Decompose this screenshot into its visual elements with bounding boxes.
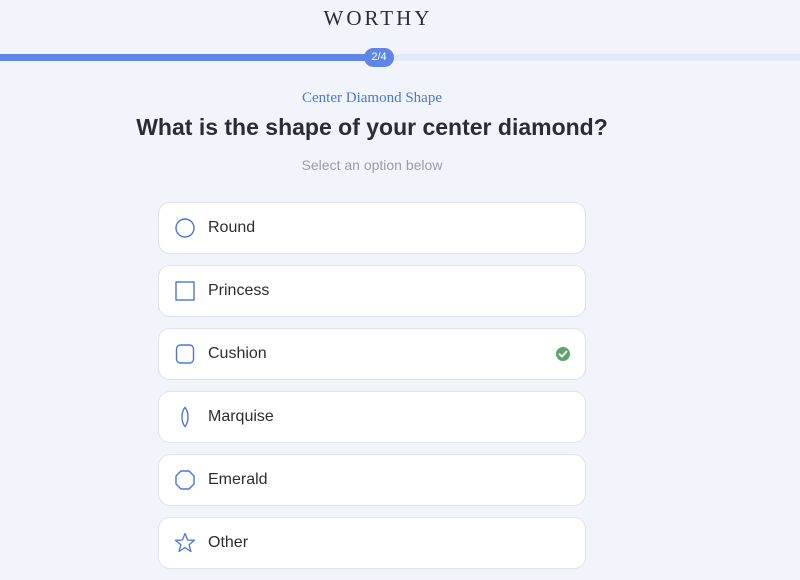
princess-shape-icon: [174, 280, 196, 302]
progress-bar-fill: [0, 54, 376, 61]
shape-options-list: Round Princess Cushion Marquise Emerald …: [158, 202, 586, 580]
option-label: Other: [208, 534, 249, 551]
instruction-text: Select an option below: [301, 157, 443, 173]
emerald-shape-icon: [174, 469, 196, 491]
option-label: Marquise: [208, 408, 274, 425]
option-emerald[interactable]: Emerald: [158, 454, 586, 506]
round-shape-icon: [174, 217, 196, 239]
option-label: Emerald: [208, 471, 268, 488]
marquise-shape-icon: [174, 406, 196, 428]
option-cushion[interactable]: Cushion: [158, 328, 586, 380]
selected-check-icon: [555, 346, 571, 362]
option-label: Round: [208, 219, 256, 236]
option-other[interactable]: Other: [158, 517, 586, 569]
option-label: Princess: [208, 282, 270, 299]
worthy-logo[interactable]: WORTHY: [0, 6, 756, 31]
option-label: Cushion: [208, 345, 267, 362]
progress-step-badge: 2/4: [364, 48, 394, 67]
option-marquise[interactable]: Marquise: [158, 391, 586, 443]
progress-bar: [0, 54, 800, 61]
option-round[interactable]: Round: [158, 202, 586, 254]
cushion-shape-icon: [174, 343, 196, 365]
page-title: What is the shape of your center diamond…: [136, 114, 608, 140]
section-eyebrow: Center Diamond Shape: [302, 90, 442, 106]
star-icon: [174, 532, 196, 554]
option-princess[interactable]: Princess: [158, 265, 586, 317]
